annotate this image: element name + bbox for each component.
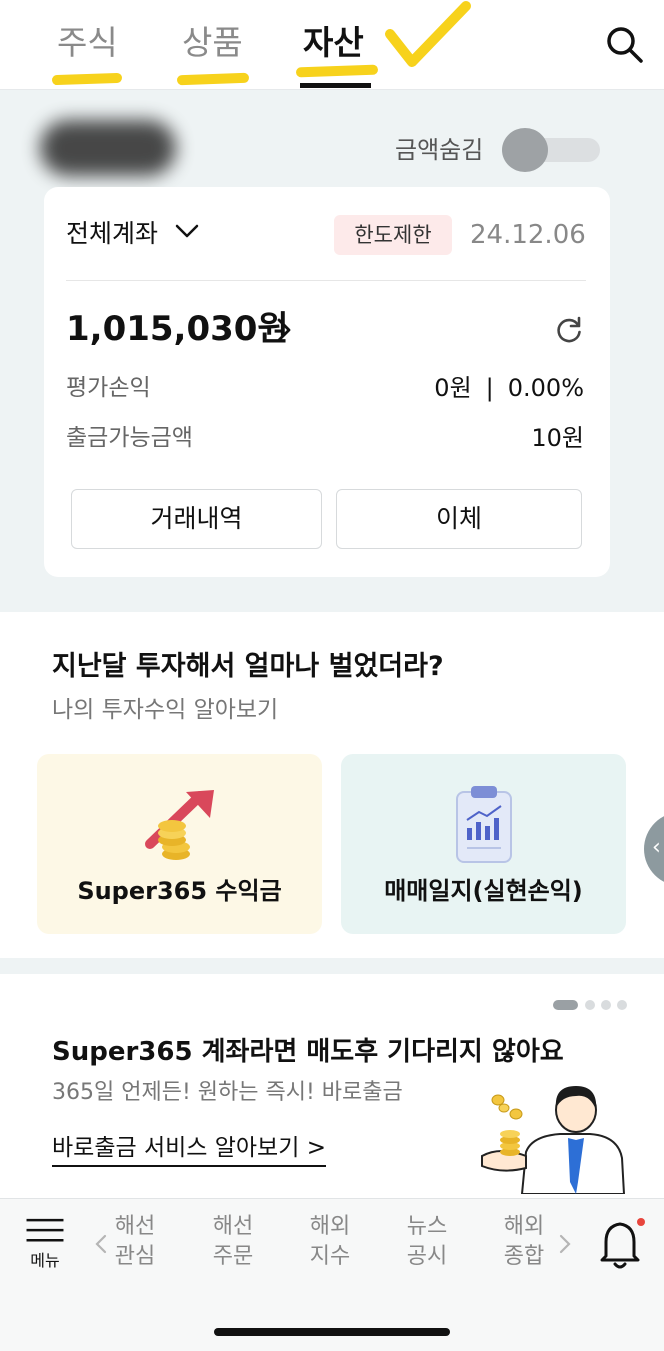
home-indicator[interactable]	[214, 1328, 450, 1336]
banner-title: Super365 계좌라면 매도후 기다리지 않아요	[52, 1037, 564, 1067]
nav-line2: 공시	[406, 1244, 448, 1269]
carousel-indicator[interactable]	[553, 999, 633, 1011]
hamburger-icon	[26, 1218, 64, 1242]
transfer-button[interactable]: 이체	[336, 489, 582, 549]
chevron-down-icon[interactable]	[174, 221, 200, 241]
super365-profit-tile[interactable]: Super365 수익금	[37, 754, 322, 934]
menu-label: 메뉴	[30, 1251, 60, 1270]
pnl-value: 0원 | 0.00%	[434, 372, 584, 404]
pnl-amount: 0원	[434, 374, 472, 402]
history-button[interactable]: 거래내역	[71, 489, 322, 549]
account-card: 전체계좌 한도제한 24.12.06 1,015,030원 평가손익 0원 | 0.…	[44, 187, 610, 577]
clipboard-chart-icon	[456, 786, 512, 863]
notification-bell-icon[interactable]	[596, 1216, 648, 1272]
menu-button[interactable]: 메뉴	[20, 1212, 70, 1276]
divider	[66, 280, 586, 281]
pnl-percent: 0.00%	[507, 374, 584, 402]
blurred-account-name	[40, 120, 176, 176]
hide-amount-label: 금액숨김	[395, 136, 484, 164]
person-with-coins-illustration	[481, 1086, 626, 1194]
total-amount[interactable]: 1,015,030원	[66, 307, 289, 351]
search-icon[interactable]	[604, 24, 644, 64]
nav-line1: 해외	[503, 1214, 545, 1239]
tab-products[interactable]: 상품	[182, 20, 243, 66]
nav-scroll-right-icon[interactable]	[558, 1233, 572, 1255]
hide-amount-toggle[interactable]	[502, 128, 600, 172]
tile-label: 매매일지(실현손익)	[384, 877, 583, 905]
nav-line2: 주문	[212, 1244, 254, 1269]
promo-title: 지난달 투자해서 얼마나 벌었더라?	[52, 651, 444, 682]
account-date: 24.12.06	[470, 220, 586, 250]
withdrawable-label: 출금가능금액	[66, 425, 193, 451]
nav-line1: 해선	[212, 1214, 254, 1239]
nav-futures-watchlist[interactable]: 해선 관심	[100, 1212, 170, 1272]
nav-line1: 뉴스	[406, 1214, 448, 1239]
withdrawable-value: 10원	[531, 424, 584, 452]
nav-overseas-overview[interactable]: 해외 종합	[489, 1212, 559, 1272]
section-separator	[0, 958, 664, 974]
pnl-label: 평가손익	[66, 375, 151, 401]
nav-line2: 지수	[309, 1244, 351, 1269]
nav-line2: 종합	[503, 1244, 545, 1269]
banner-subtitle: 365일 언제든! 원하는 즉시! 바로출금	[52, 1080, 403, 1105]
trading-journal-tile[interactable]: 매매일지(실현손익)	[341, 754, 626, 934]
nav-line1: 해선	[114, 1214, 156, 1239]
refresh-icon[interactable]	[554, 315, 584, 345]
tile-label: Super365 수익금	[77, 877, 282, 905]
pnl-separator: |	[485, 374, 494, 402]
chevron-left-icon: ‹	[652, 835, 661, 860]
toggle-knob	[502, 128, 548, 172]
side-drawer-handle[interactable]: ‹	[644, 812, 664, 886]
nav-line1: 해외	[309, 1214, 351, 1239]
chevron-right-icon[interactable]	[276, 317, 292, 343]
promo-subtitle: 나의 투자수익 알아보기	[52, 697, 279, 723]
nav-news-disclosure[interactable]: 뉴스 공시	[392, 1212, 462, 1272]
profit-coins-icon	[145, 790, 214, 860]
tab-assets[interactable]: 자산	[303, 20, 364, 66]
active-tab-underline	[300, 83, 371, 88]
checkmark-icon	[385, 1, 471, 67]
nav-line2: 관심	[114, 1244, 156, 1269]
tab-stocks[interactable]: 주식	[57, 20, 118, 66]
nav-futures-order[interactable]: 해선 주문	[198, 1212, 268, 1272]
nav-overseas-index[interactable]: 해외 지수	[295, 1212, 365, 1272]
limit-badge: 한도제한	[334, 215, 452, 255]
account-selector[interactable]: 전체계좌	[66, 217, 158, 251]
instant-withdraw-link[interactable]: 바로출금 서비스 알아보기 >	[52, 1132, 326, 1167]
